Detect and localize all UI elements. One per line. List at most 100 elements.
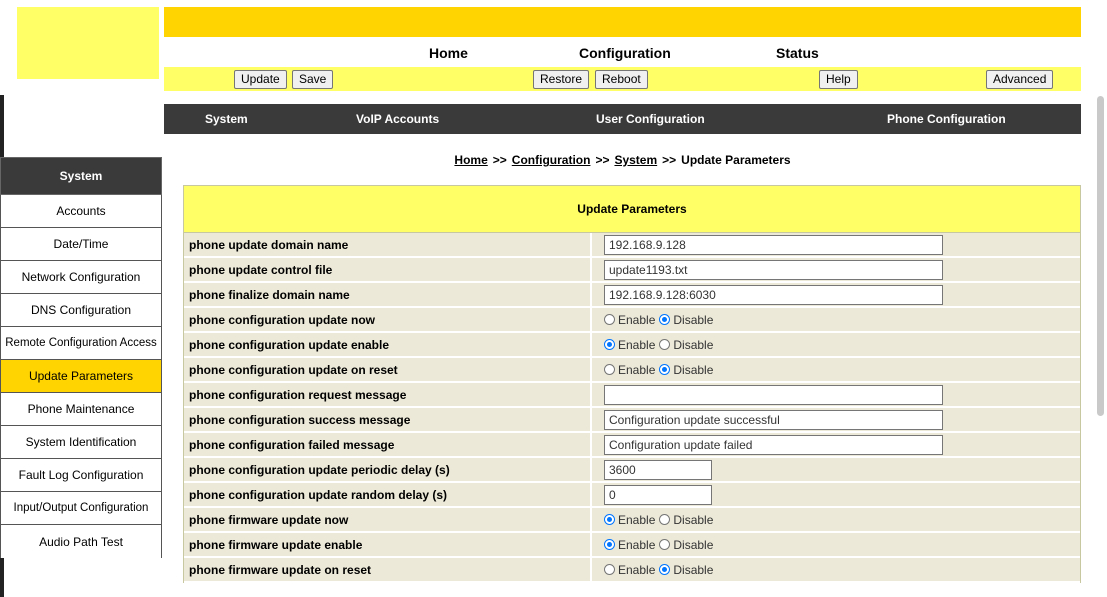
breadcrumb-separator: >>	[662, 153, 677, 167]
enable-radio-label: Enable	[618, 562, 656, 577]
enable-radio[interactable]	[604, 314, 615, 325]
enable-radio-label: Enable	[618, 362, 656, 377]
main-nav: Home Configuration Status	[164, 37, 1081, 67]
nav-status[interactable]: Status	[776, 45, 819, 61]
firmware-update-now-radio-group: Enable Disable	[604, 513, 717, 527]
row-label: phone configuration update random delay …	[184, 483, 592, 508]
sidebar-item-remote-configuration-access[interactable]: Remote Configuration Access	[0, 327, 162, 360]
disable-radio[interactable]	[659, 564, 671, 575]
subnav-system[interactable]: System	[205, 112, 248, 126]
enable-radio[interactable]	[604, 564, 615, 575]
breadcrumb-current: Update Parameters	[681, 153, 791, 167]
breadcrumb-home[interactable]: Home	[454, 153, 487, 167]
row-label: phone configuration update on reset	[184, 358, 592, 383]
sub-nav: System VoIP Accounts User Configuration …	[164, 104, 1081, 134]
table-row: phone configuration success message	[183, 408, 1081, 433]
table-row: phone configuration failed message	[183, 433, 1081, 458]
table-row: phone configuration update now Enable Di…	[183, 308, 1081, 333]
periodic-delay-input[interactable]	[604, 459, 712, 480]
random-delay-input[interactable]	[604, 484, 712, 505]
table-row: phone configuration update on reset Enab…	[183, 358, 1081, 383]
reboot-button[interactable]: Reboot	[595, 70, 648, 89]
row-label: phone firmware update now	[184, 508, 592, 533]
disable-radio-label: Disable	[673, 337, 714, 352]
enable-radio[interactable]	[604, 364, 615, 375]
update-button[interactable]: Update	[234, 70, 287, 89]
breadcrumb-separator: >>	[492, 153, 507, 167]
firmware-update-on-reset-radio-group: Enable Disable	[604, 563, 717, 577]
row-label: phone configuration request message	[184, 383, 592, 408]
enable-radio[interactable]	[604, 514, 615, 525]
success-message-input[interactable]	[604, 409, 943, 430]
table-row: phone configuration update periodic dela…	[183, 458, 1081, 483]
sidebar-item-audio-path-test[interactable]: Audio Path Test	[0, 525, 162, 558]
sidebar-item-fault-log-configuration[interactable]: Fault Log Configuration	[0, 459, 162, 492]
config-update-enable-radio-group: Enable Disable	[604, 338, 717, 352]
row-label: phone configuration failed message	[184, 433, 592, 458]
top-banner	[164, 7, 1081, 37]
table-row: phone configuration request message	[183, 383, 1081, 408]
enable-radio-label: Enable	[618, 312, 656, 327]
disable-radio-label: Disable	[673, 312, 714, 327]
logo-block	[17, 7, 159, 79]
sidebar-item-dns-configuration[interactable]: DNS Configuration	[0, 294, 162, 327]
vertical-scrollbar[interactable]	[1094, 0, 1107, 597]
enable-radio-label: Enable	[618, 537, 656, 552]
enable-radio[interactable]	[604, 539, 615, 550]
breadcrumb-configuration[interactable]: Configuration	[512, 153, 591, 167]
table-row: phone update control file	[183, 258, 1081, 283]
enable-radio-label: Enable	[618, 512, 656, 527]
firmware-update-enable-radio-group: Enable Disable	[604, 538, 717, 552]
save-button[interactable]: Save	[292, 70, 334, 89]
disable-radio-label: Disable	[673, 537, 714, 552]
request-message-input[interactable]	[604, 384, 943, 405]
disable-radio[interactable]	[659, 339, 671, 350]
row-label: phone configuration success message	[184, 408, 592, 433]
subnav-user-configuration[interactable]: User Configuration	[596, 112, 705, 126]
table-row: phone firmware update enable Enable Disa…	[183, 533, 1081, 558]
config-update-now-radio-group: Enable Disable	[604, 313, 717, 327]
sidebar-item-input-output-configuration[interactable]: Input/Output Configuration	[0, 492, 162, 525]
help-button[interactable]: Help	[819, 70, 858, 89]
disable-radio[interactable]	[659, 314, 671, 325]
sidebar-item-update-parameters[interactable]: Update Parameters	[0, 360, 162, 393]
sidebar-item-network-configuration[interactable]: Network Configuration	[0, 261, 162, 294]
sidebar-item-date-time[interactable]: Date/Time	[0, 228, 162, 261]
sidebar-header: System	[0, 157, 162, 195]
table-row: phone configuration update random delay …	[183, 483, 1081, 508]
breadcrumb-system[interactable]: System	[614, 153, 657, 167]
update-parameters-table: Update Parameters phone update domain na…	[183, 185, 1081, 583]
breadcrumb-separator: >>	[595, 153, 610, 167]
disable-radio[interactable]	[659, 539, 671, 550]
subnav-voip-accounts[interactable]: VoIP Accounts	[356, 112, 439, 126]
table-row: phone firmware update now Enable Disable	[183, 508, 1081, 533]
sidebar: System Accounts Date/Time Network Config…	[0, 157, 162, 558]
disable-radio[interactable]	[659, 514, 671, 525]
update-domain-name-input[interactable]	[604, 234, 943, 255]
row-label: phone configuration update enable	[184, 333, 592, 358]
table-row: phone firmware update on reset Enable Di…	[183, 558, 1081, 583]
row-label: phone firmware update enable	[184, 533, 592, 558]
table-row: phone update domain name	[183, 233, 1081, 258]
enable-radio[interactable]	[604, 339, 615, 350]
sidebar-item-system-identification[interactable]: System Identification	[0, 426, 162, 459]
failed-message-input[interactable]	[604, 434, 943, 455]
row-label: phone configuration update now	[184, 308, 592, 333]
sidebar-item-phone-maintenance[interactable]: Phone Maintenance	[0, 393, 162, 426]
subnav-phone-configuration[interactable]: Phone Configuration	[887, 112, 1006, 126]
nav-configuration[interactable]: Configuration	[579, 45, 671, 61]
row-label: phone update domain name	[184, 233, 592, 258]
sidebar-item-accounts[interactable]: Accounts	[0, 195, 162, 228]
config-update-on-reset-radio-group: Enable Disable	[604, 363, 717, 377]
row-label: phone update control file	[184, 258, 592, 283]
nav-home[interactable]: Home	[429, 45, 468, 61]
enable-radio-label: Enable	[618, 337, 656, 352]
table-title: Update Parameters	[183, 185, 1081, 233]
restore-button[interactable]: Restore	[533, 70, 590, 89]
finalize-domain-name-input[interactable]	[604, 284, 943, 305]
scrollbar-thumb[interactable]	[1097, 96, 1104, 416]
table-row: phone finalize domain name	[183, 283, 1081, 308]
advanced-button[interactable]: Advanced	[986, 70, 1054, 89]
update-control-file-input[interactable]	[604, 259, 943, 280]
disable-radio[interactable]	[659, 364, 671, 375]
